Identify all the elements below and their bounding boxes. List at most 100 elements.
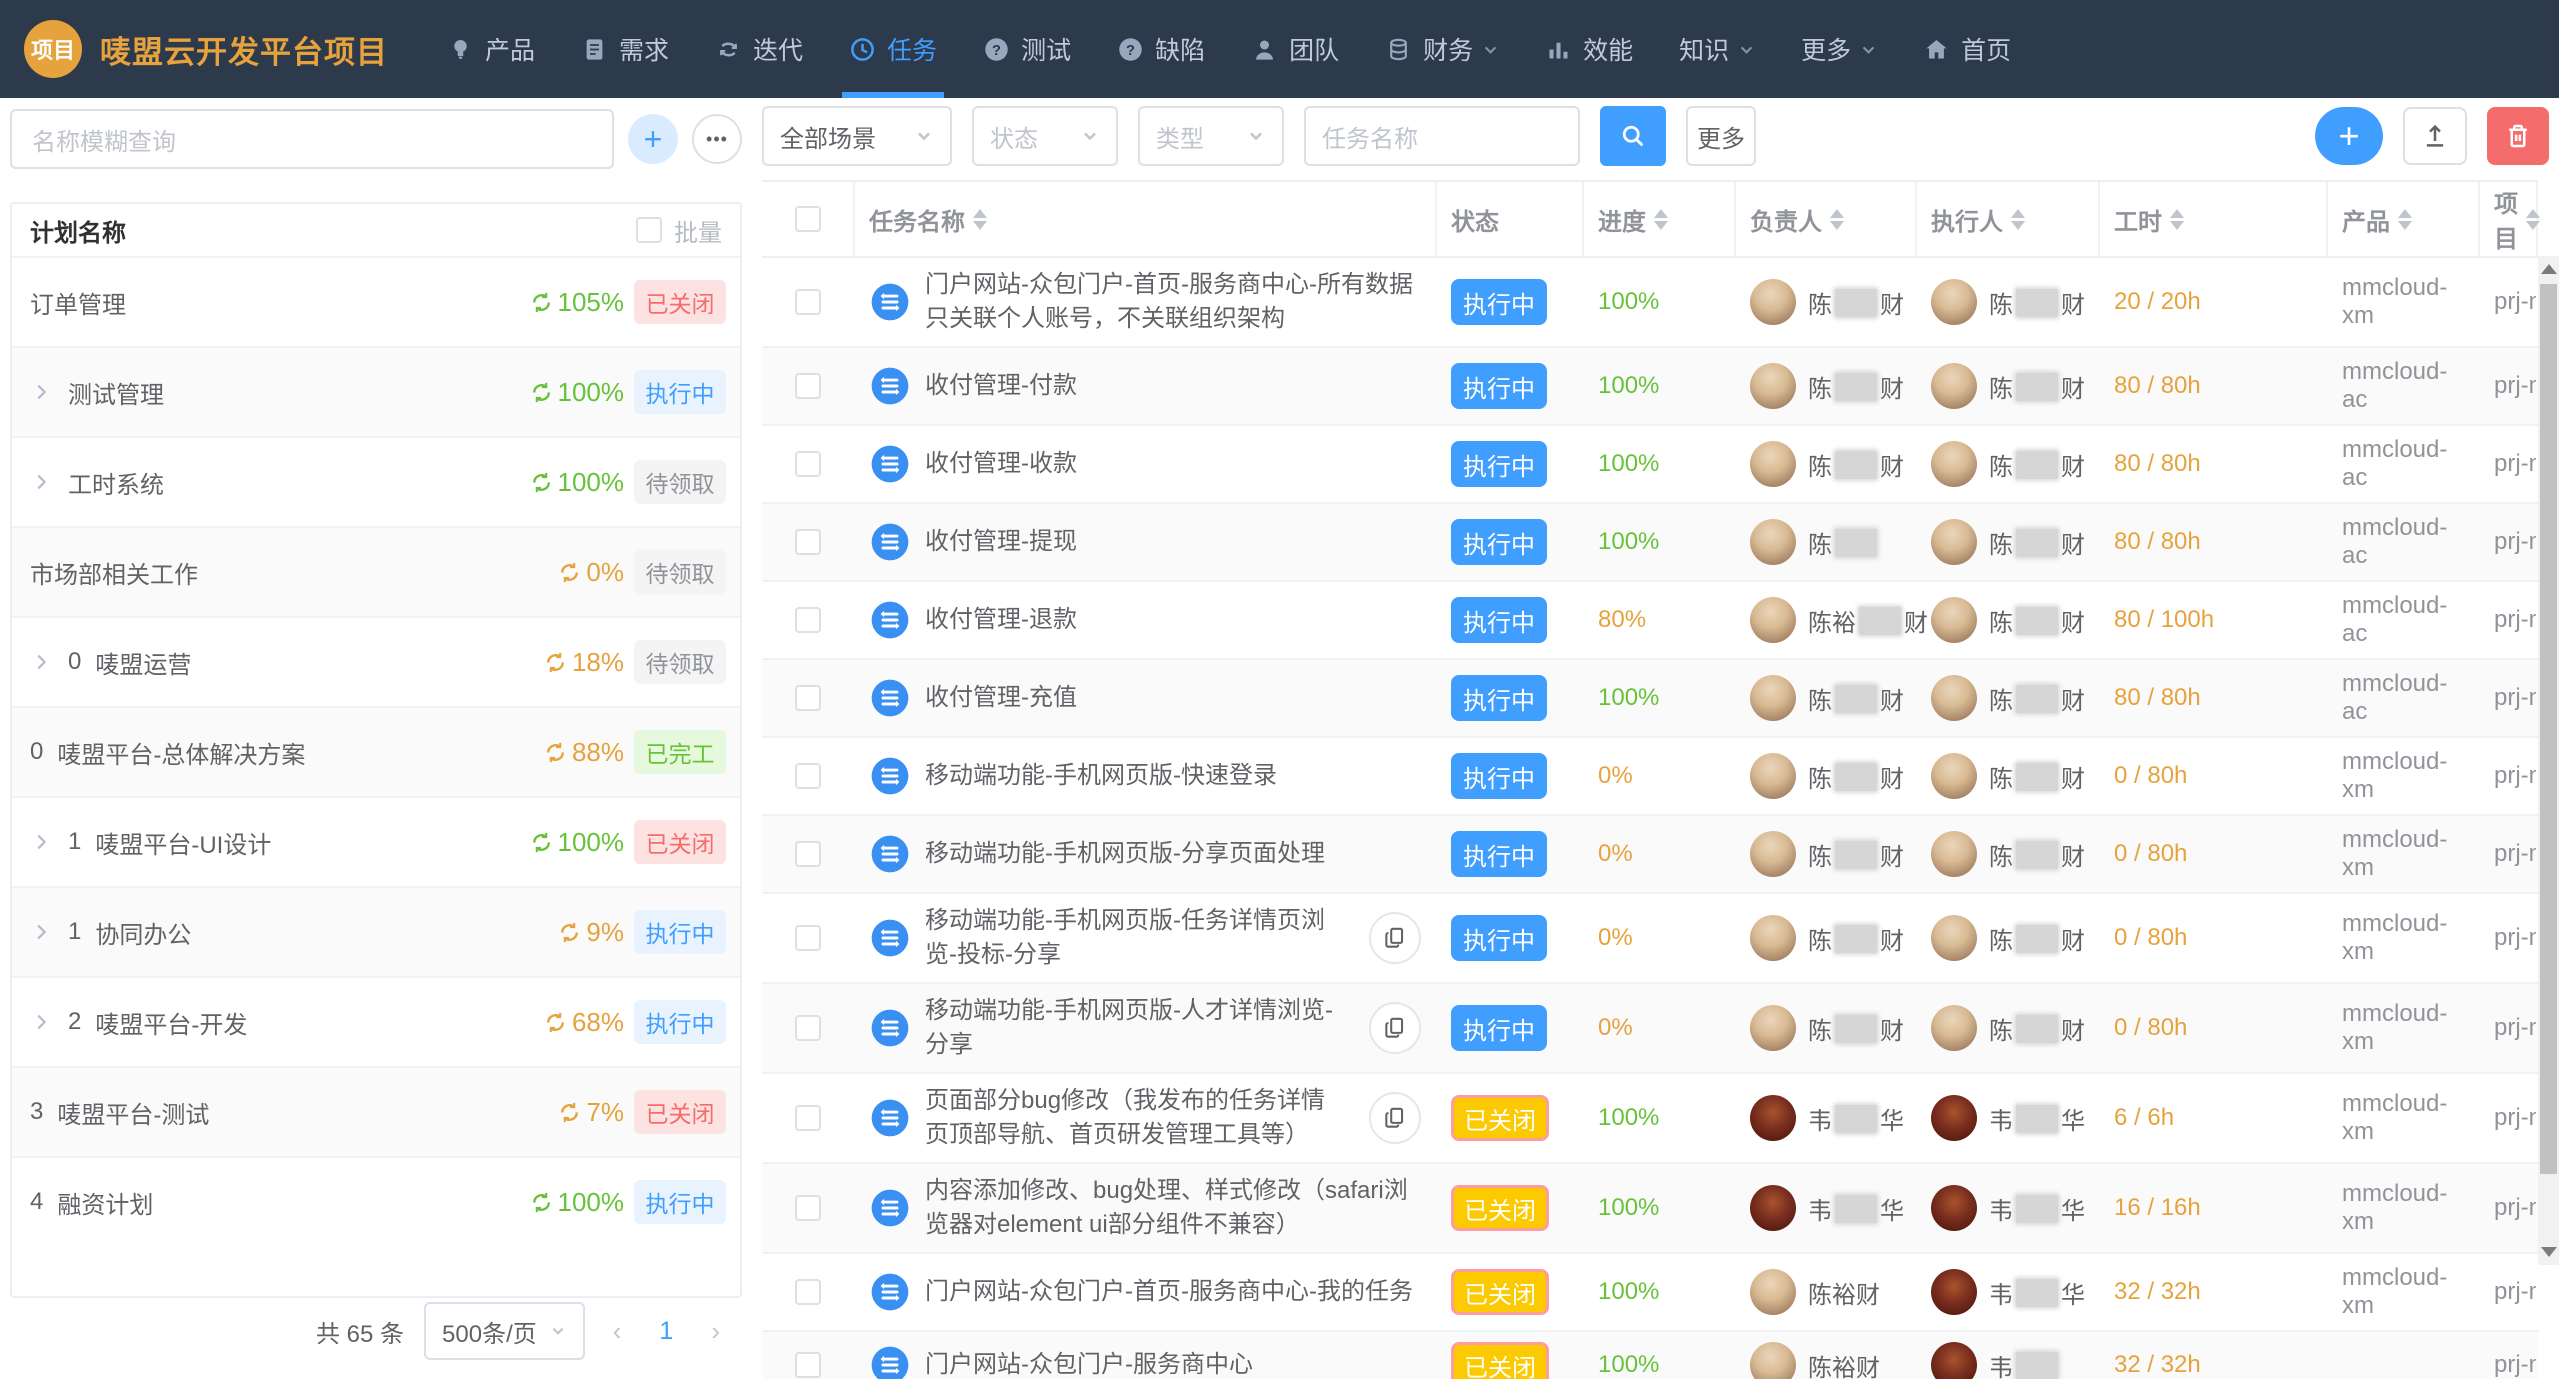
plan-page-size-select[interactable]: 500条/页 — [424, 1302, 585, 1360]
nav-item-5[interactable]: ?测试 — [960, 0, 1094, 98]
plan-status-badge: 已关闭 — [634, 280, 726, 324]
copy-task-button[interactable] — [1369, 1092, 1421, 1144]
nav-item-6[interactable]: ?缺陷 — [1094, 0, 1228, 98]
nav-item-10[interactable]: 知识 — [1656, 0, 1778, 98]
export-button[interactable] — [2403, 107, 2467, 165]
task-progress-value: 100% — [1598, 684, 1659, 712]
product-bulb-icon — [447, 36, 474, 63]
person-name: 陈财 — [1989, 447, 2085, 482]
expand-chevron-icon[interactable] — [30, 471, 52, 493]
expand-chevron-icon[interactable] — [30, 921, 52, 943]
task-name-input[interactable]: 任务名称 — [1304, 106, 1580, 166]
plan-row[interactable]: 3唛盟平台-测试7%已关闭 — [12, 1066, 740, 1156]
plan-row[interactable]: 市场部相关工作0%待领取 — [12, 526, 740, 616]
nav-item-3[interactable]: 迭代 — [692, 0, 826, 98]
table-row[interactable]: 移动端功能-手机网页版-分享页面处理执行中0%陈财陈财0 / 80hmmclou… — [762, 816, 2538, 894]
performance-chart-icon — [1545, 36, 1572, 63]
nav-item-1[interactable]: 产品 — [424, 0, 558, 98]
delete-button[interactable] — [2487, 107, 2549, 165]
copy-task-button[interactable] — [1369, 1002, 1421, 1054]
plan-row[interactable]: 2唛盟平台-开发68%执行中 — [12, 976, 740, 1066]
table-row[interactable]: 收付管理-充值执行中100%陈财陈财80 / 80hmmcloud-acprj-… — [762, 660, 2538, 738]
nav-item-12[interactable]: 首页 — [1900, 0, 2034, 98]
table-row[interactable]: 收付管理-提现执行中100%陈陈财80 / 80hmmcloud-acprj-m — [762, 504, 2538, 582]
plan-more-button[interactable]: ••• — [692, 114, 742, 164]
sort-icon[interactable] — [1654, 209, 1668, 230]
row-checkbox[interactable] — [795, 529, 821, 555]
sort-icon[interactable] — [973, 209, 987, 230]
table-row[interactable]: 收付管理-收款执行中100%陈财陈财80 / 80hmmcloud-acprj-… — [762, 426, 2538, 504]
sort-icon[interactable] — [2170, 209, 2184, 230]
status-select[interactable]: 状态 — [972, 106, 1118, 166]
scroll-down-arrow[interactable] — [2538, 1239, 2559, 1265]
expand-chevron-icon[interactable] — [30, 381, 52, 403]
table-row[interactable]: 移动端功能-手机网页版-任务详情页浏览-投标-分享执行中0%陈财陈财0 / 80… — [762, 894, 2538, 984]
nav-item-11[interactable]: 更多 — [1778, 0, 1900, 98]
sort-icon[interactable] — [2398, 209, 2412, 230]
table-row[interactable]: 门户网站-众包门户-服务商中心已关闭100%陈裕财韦32 / 32hprj-m — [762, 1332, 2538, 1379]
add-plan-button[interactable]: + — [628, 114, 678, 164]
expand-chevron-icon[interactable] — [30, 831, 52, 853]
row-checkbox[interactable] — [795, 373, 821, 399]
row-checkbox[interactable] — [795, 1279, 821, 1305]
row-checkbox[interactable] — [795, 1105, 821, 1131]
task-project-value: prj-m — [2494, 1194, 2538, 1222]
scene-select[interactable]: 全部场景 — [762, 106, 952, 166]
nav-item-4[interactable]: 任务 — [826, 0, 960, 98]
more-filters-button[interactable]: 更多 — [1686, 106, 1756, 166]
plan-row[interactable]: 0唛盟平台-总体解决方案88%已完工 — [12, 706, 740, 796]
scroll-up-arrow[interactable] — [2538, 256, 2559, 282]
plan-prev-page-button[interactable]: ‹ — [605, 1316, 630, 1347]
plan-row[interactable]: 订单管理105%已关闭 — [12, 256, 740, 346]
sort-icon[interactable] — [2526, 209, 2540, 230]
task-name: 收付管理-付款 — [925, 369, 1077, 403]
vertical-scrollbar[interactable] — [2538, 256, 2559, 1265]
plan-row[interactable]: 1协同办公9%执行中 — [12, 886, 740, 976]
row-checkbox[interactable] — [795, 1015, 821, 1041]
row-checkbox[interactable] — [795, 607, 821, 633]
table-row[interactable]: 内容添加修改、bug处理、样式修改（safari浏览器对element ui部分… — [762, 1164, 2538, 1254]
task-name-cell: 门户网站-众包门户-首页-服务商中心-我的任务 — [855, 1254, 1437, 1330]
app-logo[interactable]: 项目 — [24, 20, 82, 78]
nav-item-2[interactable]: 需求 — [558, 0, 692, 98]
plan-row[interactable]: 测试管理100%执行中 — [12, 346, 740, 436]
row-checkbox[interactable] — [795, 1352, 821, 1378]
expand-chevron-icon[interactable] — [30, 1011, 52, 1033]
add-task-button[interactable]: + — [2315, 107, 2383, 165]
nav-item-9[interactable]: 效能 — [1522, 0, 1656, 98]
plan-row[interactable]: 工时系统100%待领取 — [12, 436, 740, 526]
expand-chevron-icon[interactable] — [30, 651, 52, 673]
row-checkbox[interactable] — [795, 685, 821, 711]
table-row[interactable]: 收付管理-退款执行中80%陈裕财陈财80 / 100hmmcloud-acprj… — [762, 582, 2538, 660]
copy-task-button[interactable] — [1369, 912, 1421, 964]
sort-icon[interactable] — [1830, 209, 1844, 230]
sort-icon[interactable] — [2011, 209, 2025, 230]
task-name: 收付管理-退款 — [925, 603, 1077, 637]
table-row[interactable]: 移动端功能-手机网页版-人才详情浏览-分享执行中0%陈财陈财0 / 80hmmc… — [762, 984, 2538, 1074]
table-row[interactable]: 收付管理-付款执行中100%陈财陈财80 / 80hmmcloud-acprj-… — [762, 348, 2538, 426]
row-checkbox[interactable] — [795, 763, 821, 789]
row-checkbox[interactable] — [795, 925, 821, 951]
plan-row[interactable]: 1唛盟平台-UI设计100%已关闭 — [12, 796, 740, 886]
type-select[interactable]: 类型 — [1138, 106, 1284, 166]
row-checkbox[interactable] — [795, 451, 821, 477]
table-row[interactable]: 门户网站-众包门户-首页-服务商中心-所有数据只关联个人账号，不关联组织架构执行… — [762, 258, 2538, 348]
select-all-checkbox[interactable] — [795, 206, 821, 232]
plan-row[interactable]: 4融资计划100%执行中 — [12, 1156, 740, 1246]
row-checkbox[interactable] — [795, 841, 821, 867]
batch-checkbox[interactable] — [636, 217, 662, 243]
plan-row[interactable]: 0唛盟运营18%待领取 — [12, 616, 740, 706]
vertical-scrollbar-thumb[interactable] — [2540, 284, 2557, 1174]
search-button[interactable] — [1600, 106, 1666, 166]
plan-current-page[interactable]: 1 — [649, 1317, 683, 1346]
row-checkbox[interactable] — [795, 289, 821, 315]
plan-next-page-button[interactable]: › — [703, 1316, 728, 1347]
table-row[interactable]: 页面部分bug修改（我发布的任务详情页顶部导航、首页研发管理工具等）已关闭100… — [762, 1074, 2538, 1164]
task-owner-cell: 陈裕财 — [1736, 582, 1917, 658]
nav-item-8[interactable]: 财务 — [1362, 0, 1522, 98]
table-row[interactable]: 门户网站-众包门户-首页-服务商中心-我的任务已关闭100%陈裕财韦华32 / … — [762, 1254, 2538, 1332]
plan-search-input[interactable]: 名称模糊查询 — [10, 109, 614, 169]
row-checkbox[interactable] — [795, 1195, 821, 1221]
nav-item-7[interactable]: 团队 — [1228, 0, 1362, 98]
table-row[interactable]: 移动端功能-手机网页版-快速登录执行中0%陈财陈财0 / 80hmmcloud-… — [762, 738, 2538, 816]
